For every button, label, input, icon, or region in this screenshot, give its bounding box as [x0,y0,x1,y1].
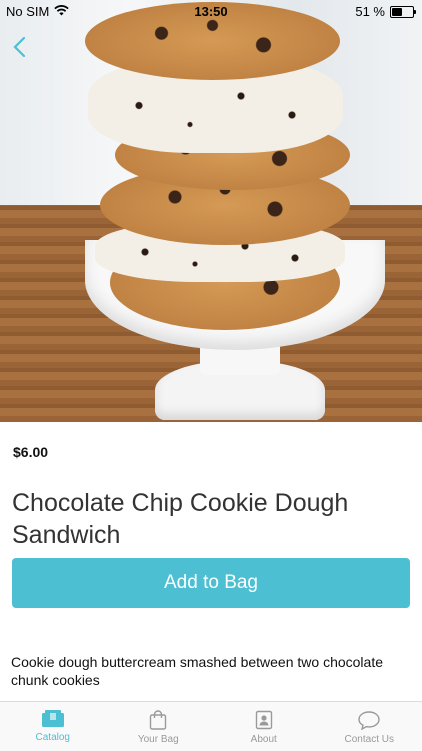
tab-label: Catalog [36,732,70,743]
tab-label: Contact Us [345,734,394,745]
tab-label: About [251,734,277,745]
status-bar: No SIM 13:50 51 % [0,0,422,22]
product-image [0,0,422,422]
product-price: $6.00 [13,444,48,460]
tab-bar: Catalog Your Bag About Contact Us [0,701,422,751]
tab-your-bag[interactable]: Your Bag [106,702,212,751]
catalog-icon [41,710,65,728]
add-to-bag-button[interactable]: Add to Bag [12,558,410,608]
about-icon [255,710,273,730]
status-right: 51 % [355,4,414,19]
tab-catalog[interactable]: Catalog [0,702,106,751]
product-title: Chocolate Chip Cookie Dough Sandwich [12,487,410,551]
bag-icon [149,710,167,730]
tab-label: Your Bag [138,734,179,745]
tab-contact-us[interactable]: Contact Us [317,702,422,751]
battery-percent: 51 % [355,4,385,19]
battery-icon [390,6,414,18]
chevron-left-icon [12,36,26,58]
tab-about[interactable]: About [211,702,317,751]
product-description: Cookie dough buttercream smashed between… [11,653,411,689]
chat-icon [357,710,381,730]
back-button[interactable] [6,34,32,60]
